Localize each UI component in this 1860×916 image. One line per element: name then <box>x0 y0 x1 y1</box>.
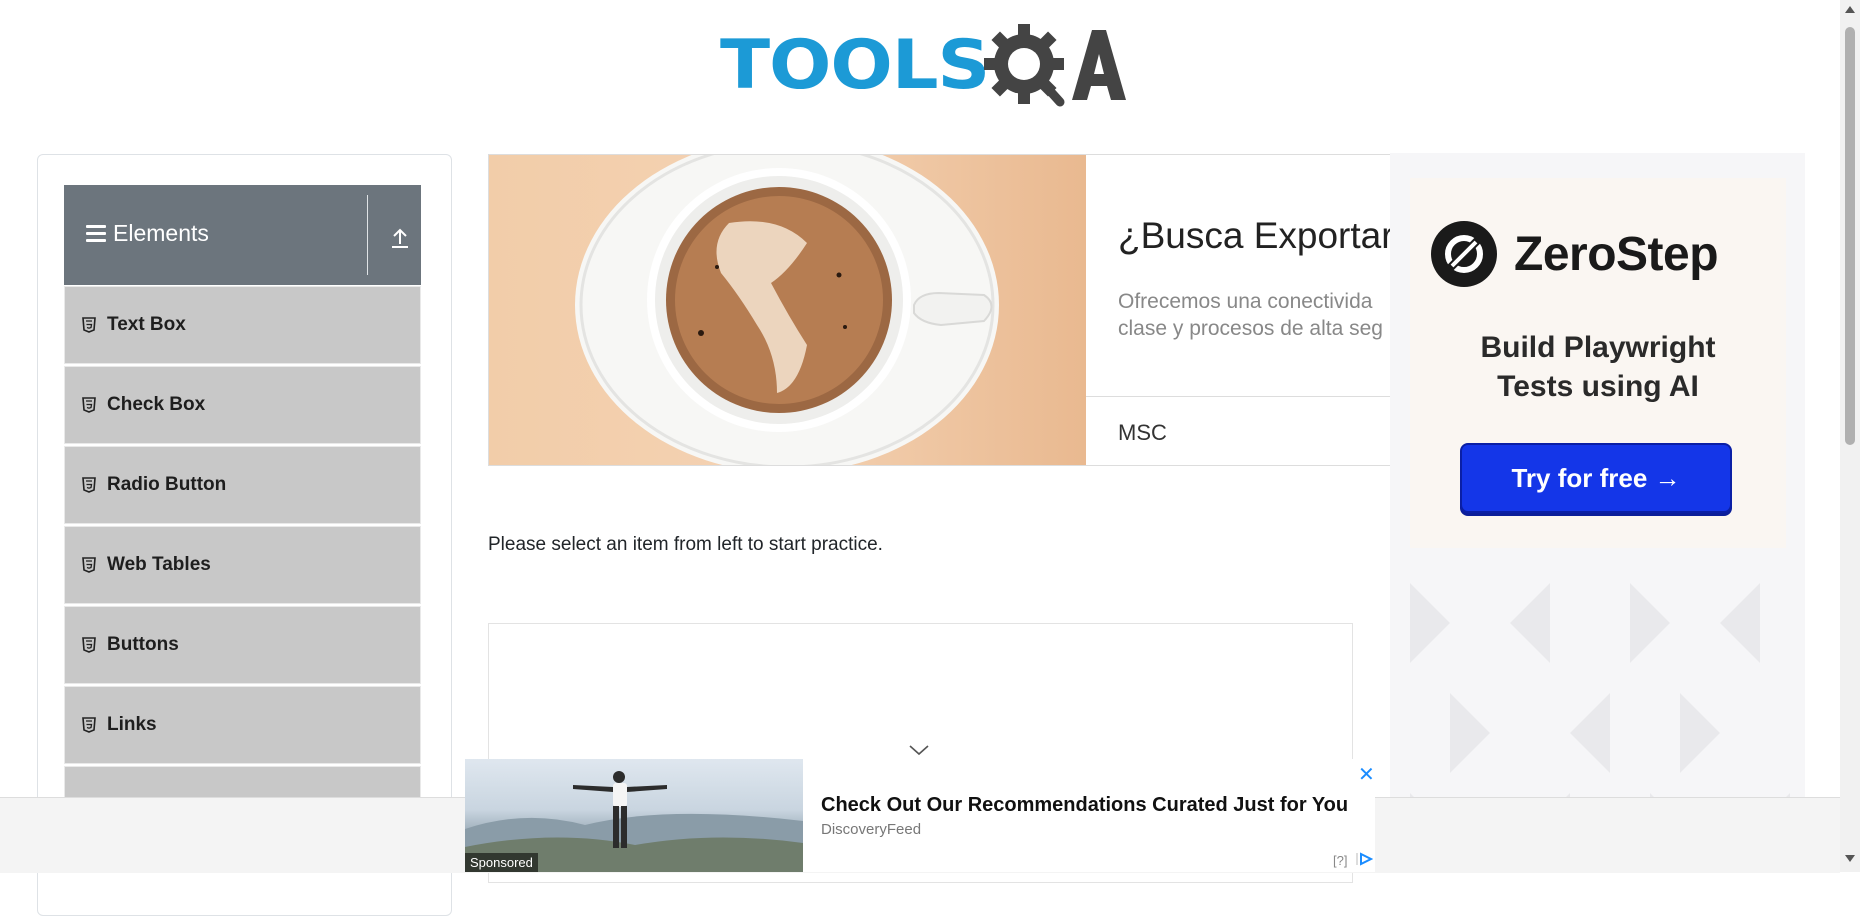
ad-help-link[interactable]: [?] <box>1333 853 1347 868</box>
zerostep-logo-icon <box>1431 221 1497 287</box>
ad-description: Ofrecemos una conectivida clase y proces… <box>1118 288 1383 342</box>
zerostep-tagline: Build Playwright Tests using AI <box>1410 328 1786 406</box>
tagline-line1: Build Playwright <box>1480 331 1716 364</box>
coffee-image <box>489 155 1086 465</box>
html5-icon <box>82 637 96 653</box>
chevron-down-icon[interactable] <box>908 744 930 756</box>
ad-description-line2: clase y procesos de alta seg <box>1118 317 1383 340</box>
sidebar-item-label: Links <box>107 714 157 735</box>
sidebar-item-label: Buttons <box>107 634 179 655</box>
ad-description-line1: Ofrecemos una conectivida <box>1118 290 1373 313</box>
close-icon[interactable]: ✕ <box>1358 762 1375 787</box>
instruction-text: Please select an item from left to start… <box>488 534 883 555</box>
page-scrollbar[interactable] <box>1840 0 1860 872</box>
sponsored-label: Sponsored <box>465 853 538 872</box>
scroll-up-arrow-icon[interactable] <box>1845 6 1855 13</box>
html5-icon <box>82 717 96 733</box>
gear-magnifier-icon <box>984 24 1126 107</box>
try-for-free-button[interactable]: Try for free → <box>1460 443 1732 513</box>
hamburger-icon <box>86 225 106 243</box>
sidebar-item-label: Web Tables <box>107 554 211 575</box>
sponsored-title[interactable]: Check Out Our Recommendations Curated Ju… <box>821 794 1348 817</box>
header-divider <box>367 195 368 275</box>
zerostep-card: ZeroStep Build Playwright Tests using AI… <box>1410 178 1786 548</box>
elements-menu-list: Text Box Check Box Radio Button Web Tabl… <box>64 286 421 846</box>
html5-icon <box>82 557 96 573</box>
sidebar-item-buttons[interactable]: Buttons <box>64 606 421 684</box>
sidebar-item-links[interactable]: Links <box>64 686 421 764</box>
adchoices-icon[interactable] <box>1355 852 1373 866</box>
html5-icon <box>82 477 96 493</box>
html5-icon <box>82 317 96 333</box>
right-ad[interactable]: ZeroStep Build Playwright Tests using AI… <box>1390 153 1805 873</box>
ad-brand: MSC <box>1118 420 1167 445</box>
scrollbar-thumb[interactable] <box>1845 27 1855 445</box>
zerostep-brand: ZeroStep <box>1514 227 1719 281</box>
banner-ad[interactable]: ¿Busca Exportar Ofrecemos una conectivid… <box>488 154 1395 466</box>
elements-group-header[interactable]: Elements <box>64 185 421 285</box>
group-title: Elements <box>113 220 209 246</box>
tagline-line2: Tests using AI <box>1497 370 1699 403</box>
logo-text: TOOLS <box>720 26 990 105</box>
toolsqa-logo[interactable]: TOOLS <box>720 18 1126 114</box>
sidebar-item-text-box[interactable]: Text Box <box>64 286 421 364</box>
sidebar-item-label: Text Box <box>107 314 186 335</box>
sponsored-ad[interactable]: Sponsored Check Out Our Recommendations … <box>465 759 1375 872</box>
sponsored-image: Sponsored <box>465 759 803 872</box>
collapse-up-icon[interactable] <box>390 227 410 249</box>
sidebar-item-label: Check Box <box>107 394 206 415</box>
sidebar-item-radio-button[interactable]: Radio Button <box>64 446 421 524</box>
zerostep-logo: ZeroStep <box>1430 220 1719 288</box>
ad-divider <box>1086 396 1394 397</box>
html5-icon <box>82 397 96 413</box>
scroll-down-arrow-icon[interactable] <box>1845 855 1855 862</box>
sidebar-item-check-box[interactable]: Check Box <box>64 366 421 444</box>
sponsored-source: DiscoveryFeed <box>821 821 922 838</box>
ad-headline: ¿Busca Exportar <box>1118 215 1394 256</box>
sidebar-item-web-tables[interactable]: Web Tables <box>64 526 421 604</box>
sidebar-item-label: Radio Button <box>107 474 227 495</box>
